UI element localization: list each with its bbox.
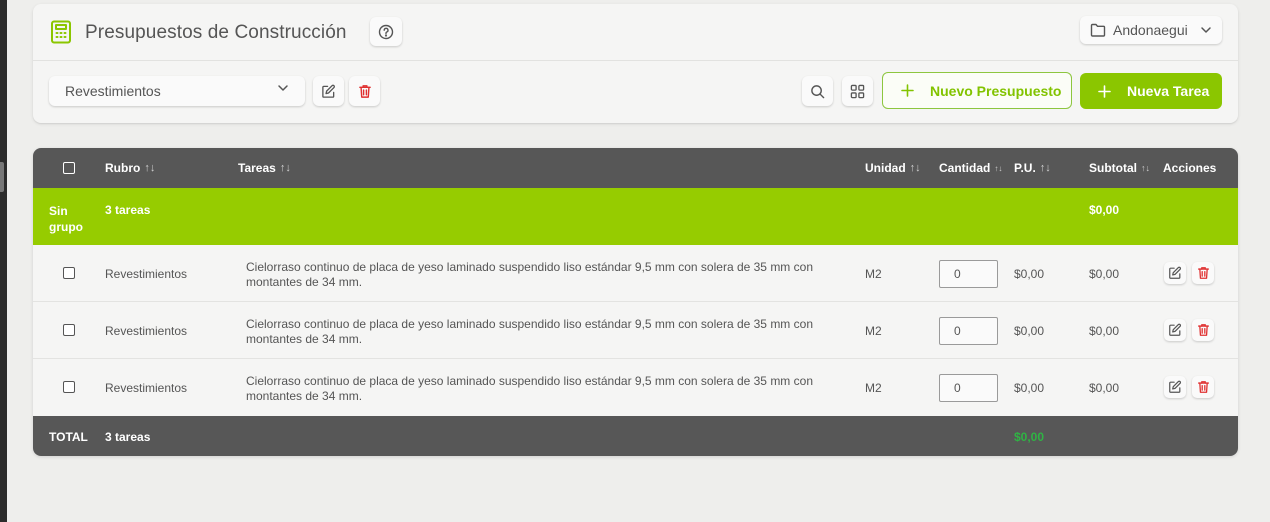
grid-view-button[interactable] — [842, 76, 873, 106]
column-header-rubro[interactable]: Rubro ↑↓ — [105, 161, 155, 175]
group-subtotal: $0,00 — [1089, 203, 1120, 217]
column-header-unidad[interactable]: Unidad ↑↓ — [865, 161, 921, 175]
row-subtotal: $0,00 — [1089, 381, 1120, 395]
row-unit-price: $0,00 — [1014, 324, 1045, 338]
search-button[interactable] — [802, 76, 833, 106]
row-subtotal: $0,00 — [1089, 324, 1120, 338]
table-row: Revestimientos Cielorraso continuo de pl… — [33, 359, 1238, 416]
sort-icon: ↑↓ — [994, 163, 1003, 173]
project-selector[interactable]: Andonaegui — [1080, 16, 1222, 44]
group-count: 3 tareas — [105, 203, 151, 217]
card-divider — [33, 60, 1238, 61]
row-checkbox[interactable] — [63, 267, 75, 279]
row-task: Cielorraso continuo de placa de yeso lam… — [246, 374, 813, 403]
row-checkbox[interactable] — [63, 324, 75, 336]
group-label: Sin grupo — [49, 204, 83, 234]
row-unit-price: $0,00 — [1014, 267, 1045, 281]
header-card: Presupuestos de Construcción Andonaegui … — [33, 4, 1238, 123]
group-row[interactable]: Sin grupo 3 tareas $0,00 — [33, 188, 1238, 245]
delete-rubro-button[interactable] — [349, 76, 380, 106]
tasks-table: Rubro ↑↓ Tareas ↑↓ Unidad ↑↓ Cantidad ↑↓ P.U… — [33, 148, 1238, 456]
row-rubro: Revestimientos — [105, 381, 188, 395]
table-footer: TOTAL 3 tareas $0,00 — [33, 416, 1238, 456]
edit-icon — [1168, 266, 1182, 280]
chevron-down-icon — [277, 84, 289, 92]
row-task: Cielorraso continuo de placa de yeso lam… — [246, 317, 813, 346]
row-subtotal: $0,00 — [1089, 267, 1120, 281]
edit-row-button[interactable] — [1164, 376, 1186, 398]
new-task-label: Nueva Tarea — [1127, 83, 1210, 99]
edit-icon — [1168, 380, 1182, 394]
rubro-select[interactable]: Revestimientos — [49, 76, 305, 106]
edit-row-button[interactable] — [1164, 262, 1186, 284]
help-button[interactable] — [370, 17, 402, 46]
column-header-acciones: Acciones — [1163, 161, 1217, 175]
sort-icon: ↑↓ — [279, 162, 291, 174]
chevron-down-icon — [1200, 26, 1212, 34]
plus-icon — [1098, 84, 1111, 98]
row-rubro: Revestimientos — [105, 267, 188, 281]
trash-icon — [358, 84, 372, 99]
new-task-button[interactable]: Nueva Tarea — [1080, 73, 1222, 109]
left-edge-bar — [0, 0, 7, 522]
select-all-checkbox[interactable] — [63, 162, 75, 174]
column-header-cantidad[interactable]: Cantidad ↑↓ — [939, 161, 1002, 175]
row-unit-price: $0,00 — [1014, 381, 1045, 395]
search-icon — [810, 84, 825, 99]
help-circle-icon — [378, 24, 394, 40]
delete-row-button[interactable] — [1192, 376, 1214, 398]
column-header-pu[interactable]: P.U. ↑↓ — [1014, 161, 1051, 175]
table-header: Rubro ↑↓ Tareas ↑↓ Unidad ↑↓ Cantidad ↑↓ P.U… — [33, 148, 1238, 188]
column-header-subtotal[interactable]: Subtotal ↑↓ — [1089, 161, 1150, 175]
row-unit: M2 — [865, 381, 882, 395]
table-row: Revestimientos Cielorraso continuo de pl… — [33, 245, 1238, 302]
edit-row-button[interactable] — [1164, 319, 1186, 341]
row-unit: M2 — [865, 267, 882, 281]
new-budget-label: Nuevo Presupuesto — [930, 82, 1062, 99]
row-unit: M2 — [865, 324, 882, 338]
total-count: 3 tareas — [105, 430, 151, 444]
left-edge-handle[interactable] — [0, 162, 4, 192]
plus-icon — [901, 84, 914, 97]
trash-icon — [1197, 380, 1210, 394]
rubro-select-value: Revestimientos — [65, 83, 161, 99]
trash-icon — [1197, 323, 1210, 337]
quantity-input[interactable]: 0 — [939, 260, 998, 288]
quantity-input[interactable]: 0 — [939, 374, 998, 402]
edit-icon — [321, 84, 336, 99]
sort-icon: ↑↓ — [909, 162, 921, 174]
new-budget-button[interactable]: Nuevo Presupuesto — [882, 72, 1072, 109]
row-task: Cielorraso continuo de placa de yeso lam… — [246, 260, 813, 289]
sort-icon: ↑↓ — [1039, 162, 1051, 174]
edit-rubro-button[interactable] — [313, 76, 344, 106]
folder-icon — [1090, 23, 1106, 37]
row-rubro: Revestimientos — [105, 324, 188, 338]
table-row: Revestimientos Cielorraso continuo de pl… — [33, 302, 1238, 359]
quantity-input[interactable]: 0 — [939, 317, 998, 345]
delete-row-button[interactable] — [1192, 319, 1214, 341]
calculator-icon — [50, 20, 72, 44]
row-checkbox[interactable] — [63, 381, 75, 393]
trash-icon — [1197, 266, 1210, 280]
delete-row-button[interactable] — [1192, 262, 1214, 284]
edit-icon — [1168, 323, 1182, 337]
project-name: Andonaegui — [1113, 22, 1188, 38]
page-title: Presupuestos de Construcción — [85, 22, 347, 43]
total-label: TOTAL — [49, 430, 88, 444]
sort-icon: ↑↓ — [144, 162, 156, 174]
total-amount: $0,00 — [1014, 430, 1045, 444]
sort-icon: ↑↓ — [1141, 163, 1150, 173]
grid-icon — [850, 84, 865, 99]
column-header-tareas[interactable]: Tareas ↑↓ — [238, 161, 291, 175]
